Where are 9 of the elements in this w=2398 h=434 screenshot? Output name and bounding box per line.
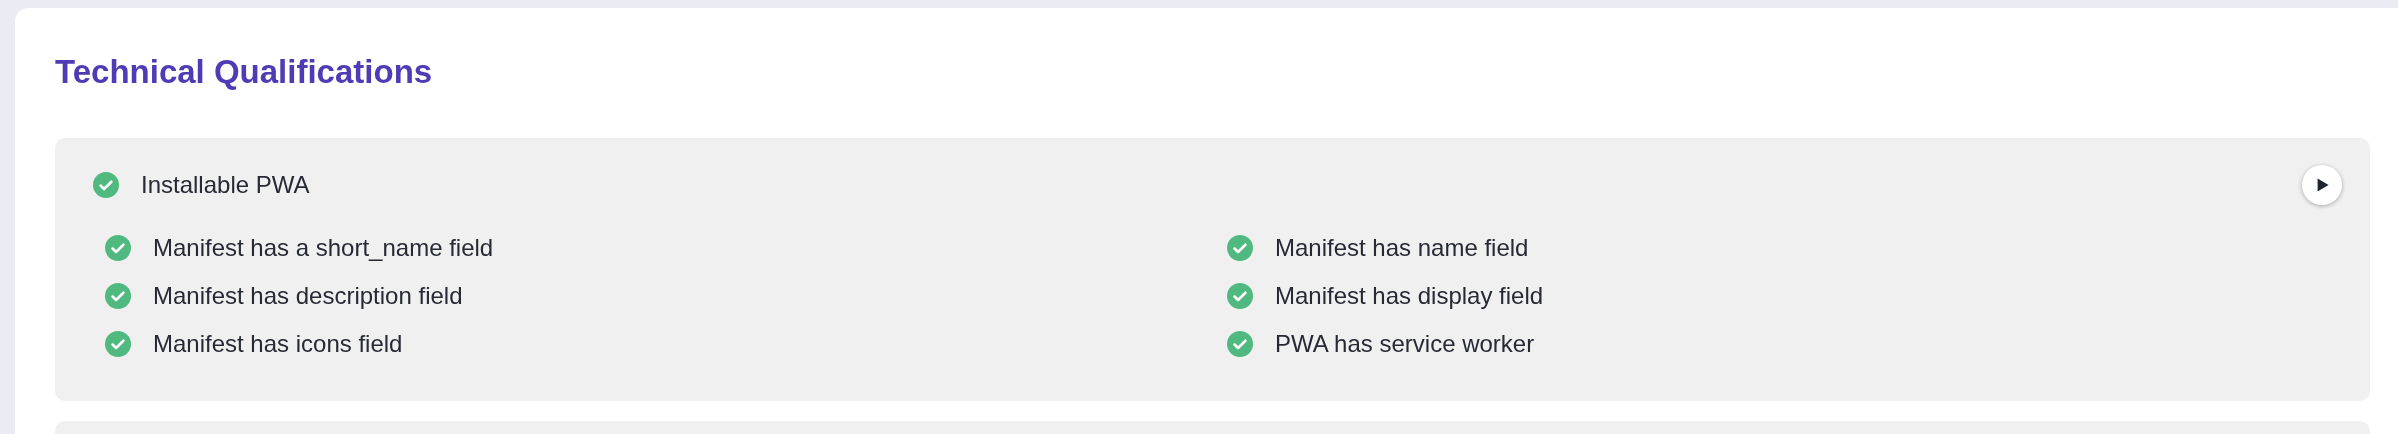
check-label: Manifest has a short_name field (153, 234, 494, 262)
check-label: Manifest has description field (153, 282, 463, 310)
check-label: Installable PWA (141, 171, 311, 199)
check-label: PWA has service worker (1275, 330, 1535, 358)
play-button[interactable] (2302, 165, 2342, 205)
check-label: Manifest has icons field (153, 330, 403, 358)
section-title: Technical Qualifications (55, 52, 434, 92)
check-label: Manifest has display field (1275, 282, 1544, 310)
check-label: Manifest has name field (1275, 234, 1529, 262)
